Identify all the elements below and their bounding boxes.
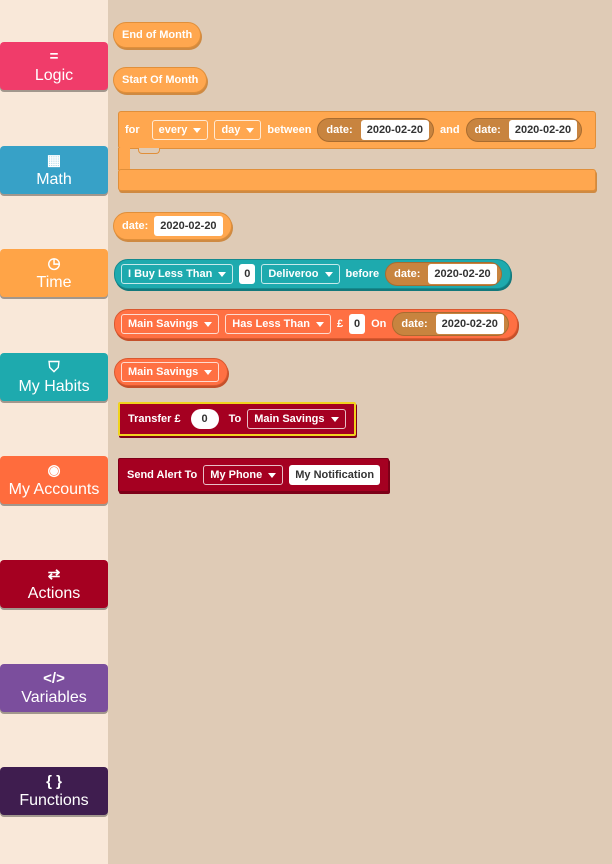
category-time[interactable]: ◷ Time	[0, 249, 108, 297]
category-label: Math	[36, 171, 72, 188]
category-math[interactable]: ▦ Math	[0, 146, 108, 194]
period-dropdown[interactable]: day	[214, 120, 262, 140]
before-label: before	[345, 268, 380, 280]
account-dropdown[interactable]: Main Savings	[121, 362, 220, 382]
habit-condition-block[interactable]: I Buy Less Than 0 Deliveroo before date:…	[114, 259, 511, 289]
transfer-block[interactable]: Transfer £ 0 To Main Savings	[118, 402, 356, 436]
loop-arm	[118, 148, 130, 170]
for-label: for	[125, 124, 140, 136]
category-label: Logic	[34, 67, 74, 84]
chevron-down-icon	[246, 127, 255, 133]
destination-account-dropdown[interactable]: Main Savings	[247, 409, 346, 429]
money-transfer-icon: ⇄	[47, 566, 61, 583]
equals-icon: =	[49, 48, 59, 65]
transfer-label: Transfer £	[128, 413, 181, 425]
amount-field[interactable]: 0	[190, 409, 219, 429]
destination-account-value: Main Savings	[254, 413, 325, 425]
category-label: Functions	[19, 792, 89, 809]
device-value: My Phone	[210, 469, 263, 481]
balance-condition-value: Has Less Than	[232, 318, 310, 330]
frequency-value: every	[158, 124, 188, 136]
date-input[interactable]: date: 2020-02-20	[385, 262, 502, 286]
amount-field[interactable]: 0	[239, 264, 256, 284]
currency-label: £	[336, 318, 344, 330]
chevron-down-icon	[204, 321, 213, 327]
chevron-down-icon	[204, 369, 213, 375]
date-label: date:	[474, 124, 501, 136]
block-label: End of Month	[122, 29, 193, 41]
braces-icon: { }	[46, 773, 62, 790]
to-label: To	[228, 413, 242, 425]
account-block[interactable]: Main Savings	[114, 358, 229, 386]
date-field[interactable]: 2020-02-20	[360, 120, 429, 140]
date-input[interactable]: date: 2020-02-20	[392, 312, 509, 336]
category-sidebar: = Logic ▦ Math ◷ Time ⛉ My Habits ◉ My A…	[0, 0, 108, 864]
clock-icon: ◷	[47, 255, 61, 272]
date-input-end[interactable]: date: 2020-02-20	[465, 118, 583, 142]
period-value: day	[221, 124, 241, 136]
date-field[interactable]: 2020-02-20	[435, 314, 504, 334]
on-label: On	[371, 318, 387, 330]
basket-icon: ⛉	[48, 359, 60, 376]
account-dropdown[interactable]: Main Savings	[121, 314, 220, 334]
category-label: Time	[36, 274, 72, 291]
account-value: Main Savings	[128, 366, 199, 378]
category-variables[interactable]: </> Variables	[0, 664, 108, 712]
balance-condition-dropdown[interactable]: Has Less Than	[225, 314, 331, 334]
account-condition-block[interactable]: Main Savings Has Less Than £ 0 On date: …	[114, 309, 518, 339]
chevron-down-icon	[218, 271, 227, 277]
start-of-month-block[interactable]: Start Of Month	[113, 67, 208, 93]
habit-condition-value: I Buy Less Than	[128, 268, 213, 280]
date-label: date:	[326, 124, 353, 136]
chevron-down-icon	[330, 416, 339, 422]
merchant-value: Deliveroo	[268, 268, 319, 280]
category-logic[interactable]: = Logic	[0, 42, 108, 90]
code-icon: </>	[43, 670, 65, 687]
category-actions[interactable]: ⇄ Actions	[0, 560, 108, 608]
date-block[interactable]: date: 2020-02-20	[113, 212, 232, 240]
chevron-down-icon	[315, 321, 324, 327]
frequency-dropdown[interactable]: every	[151, 120, 209, 140]
block-label: Start Of Month	[122, 74, 199, 86]
chevron-down-icon	[193, 127, 202, 133]
merchant-dropdown[interactable]: Deliveroo	[261, 264, 340, 284]
category-label: Variables	[21, 689, 87, 706]
date-label: date:	[394, 268, 421, 280]
device-dropdown[interactable]: My Phone	[203, 465, 284, 485]
category-functions[interactable]: { } Functions	[0, 767, 108, 815]
category-label: My Accounts	[8, 481, 100, 498]
send-alert-label: Send Alert To	[127, 469, 198, 481]
account-value: Main Savings	[128, 318, 199, 330]
category-my-habits[interactable]: ⛉ My Habits	[0, 353, 108, 401]
date-label: date:	[401, 318, 428, 330]
between-label: between	[267, 124, 312, 136]
chevron-down-icon	[324, 271, 333, 277]
date-field[interactable]: 2020-02-20	[428, 264, 497, 284]
category-my-accounts[interactable]: ◉ My Accounts	[0, 456, 108, 504]
calculator-icon: ▦	[46, 152, 62, 169]
amount-field[interactable]: 0	[349, 314, 366, 334]
date-field[interactable]: 2020-02-20	[154, 216, 223, 236]
habit-condition-dropdown[interactable]: I Buy Less Than	[121, 264, 234, 284]
statement-slot	[138, 148, 160, 154]
and-label: and	[439, 124, 460, 136]
date-field[interactable]: 2020-02-20	[508, 120, 578, 140]
piggy-bank-icon: ◉	[47, 462, 61, 479]
loop-footer	[118, 169, 596, 191]
date-label: date:	[122, 220, 149, 232]
category-label: My Habits	[18, 378, 90, 395]
message-field[interactable]: My Notification	[289, 465, 381, 485]
category-label: Actions	[27, 585, 81, 602]
date-input-start[interactable]: date: 2020-02-20	[317, 118, 434, 142]
for-loop-block[interactable]: for every day between date: 2020-02-20 a…	[118, 111, 596, 191]
chevron-down-icon	[268, 472, 277, 478]
end-of-month-block[interactable]: End of Month	[113, 22, 202, 48]
send-alert-block[interactable]: Send Alert To My Phone My Notification	[118, 458, 390, 492]
